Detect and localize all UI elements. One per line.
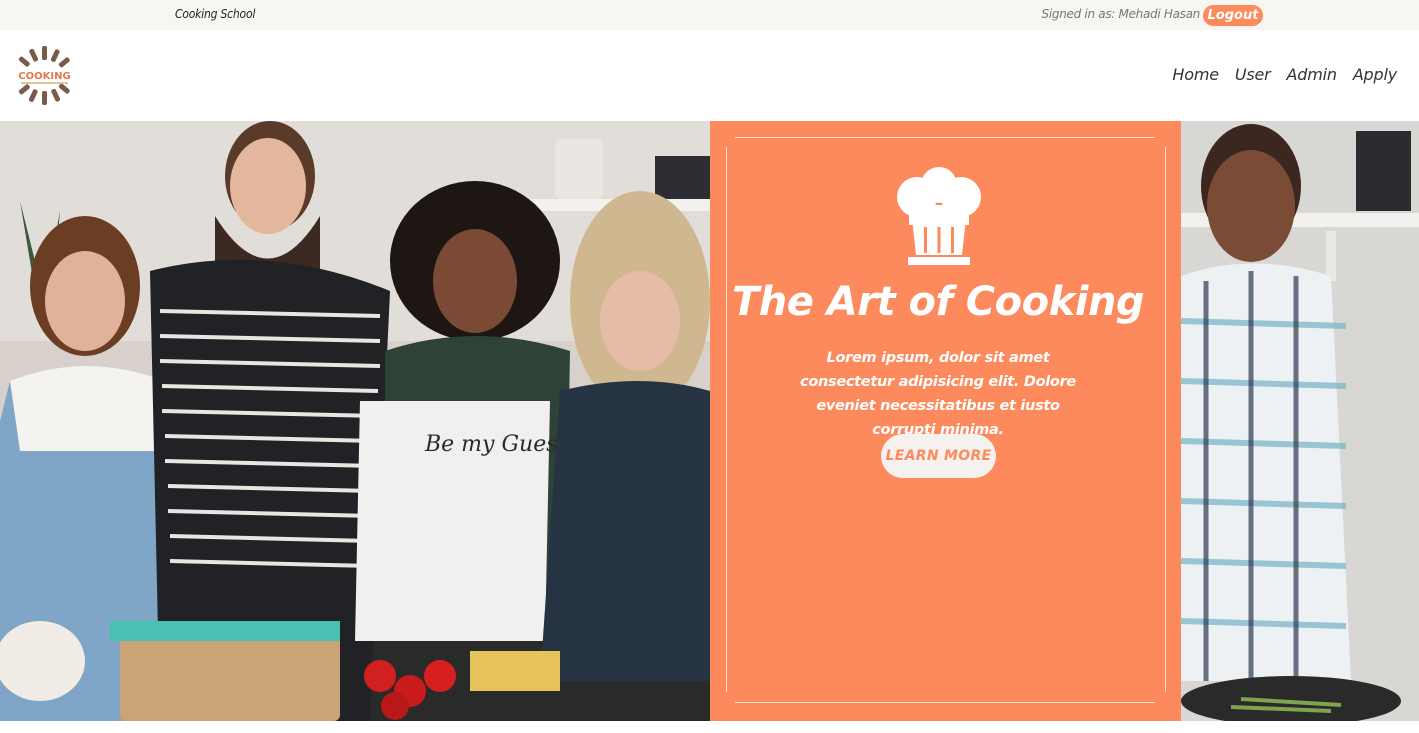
cooking-school-logo[interactable]: COOKING — [13, 44, 76, 107]
hero-panel: The Art of Cooking Lorem ipsum, dolor si… — [710, 121, 1181, 721]
nav-admin[interactable]: Admin — [1287, 65, 1337, 84]
logout-button[interactable]: Logout — [1203, 5, 1263, 26]
nav-home[interactable]: Home — [1172, 65, 1219, 84]
signed-in-text: Signed in as: Mehadi Hasan — [1041, 7, 1201, 21]
apron-text: Be my Guest — [424, 432, 567, 457]
nav-user[interactable]: User — [1235, 65, 1271, 84]
hero-photo-group: Be my Guest — [0, 121, 710, 721]
panel-border-right — [1165, 147, 1166, 692]
nav-apply[interactable]: Apply — [1353, 65, 1397, 84]
svg-text:COOKING: COOKING — [18, 71, 70, 82]
panel-border-left — [726, 147, 727, 692]
hero-title: The Art of Cooking — [731, 279, 1145, 325]
panel-border-bottom — [735, 702, 1155, 703]
hero-photo-chef — [1181, 121, 1419, 721]
hero-section: Be my Guest The Art of Cooking Lorem ips… — [0, 121, 1419, 721]
main-nav: Home User Admin Apply — [1172, 65, 1397, 84]
hero-description: Lorem ipsum, dolor sit amet consectetur … — [800, 350, 1076, 438]
panel-border-top — [735, 137, 1155, 138]
learn-more-button[interactable]: LEARN MORE — [881, 434, 996, 478]
site-name: Cooking School — [175, 7, 256, 21]
chef-hat-icon — [897, 167, 981, 265]
top-bar: Cooking School Signed in as: Mehadi Hasa… — [0, 0, 1419, 30]
header: COOKING Home User Admin Apply — [0, 30, 1419, 121]
